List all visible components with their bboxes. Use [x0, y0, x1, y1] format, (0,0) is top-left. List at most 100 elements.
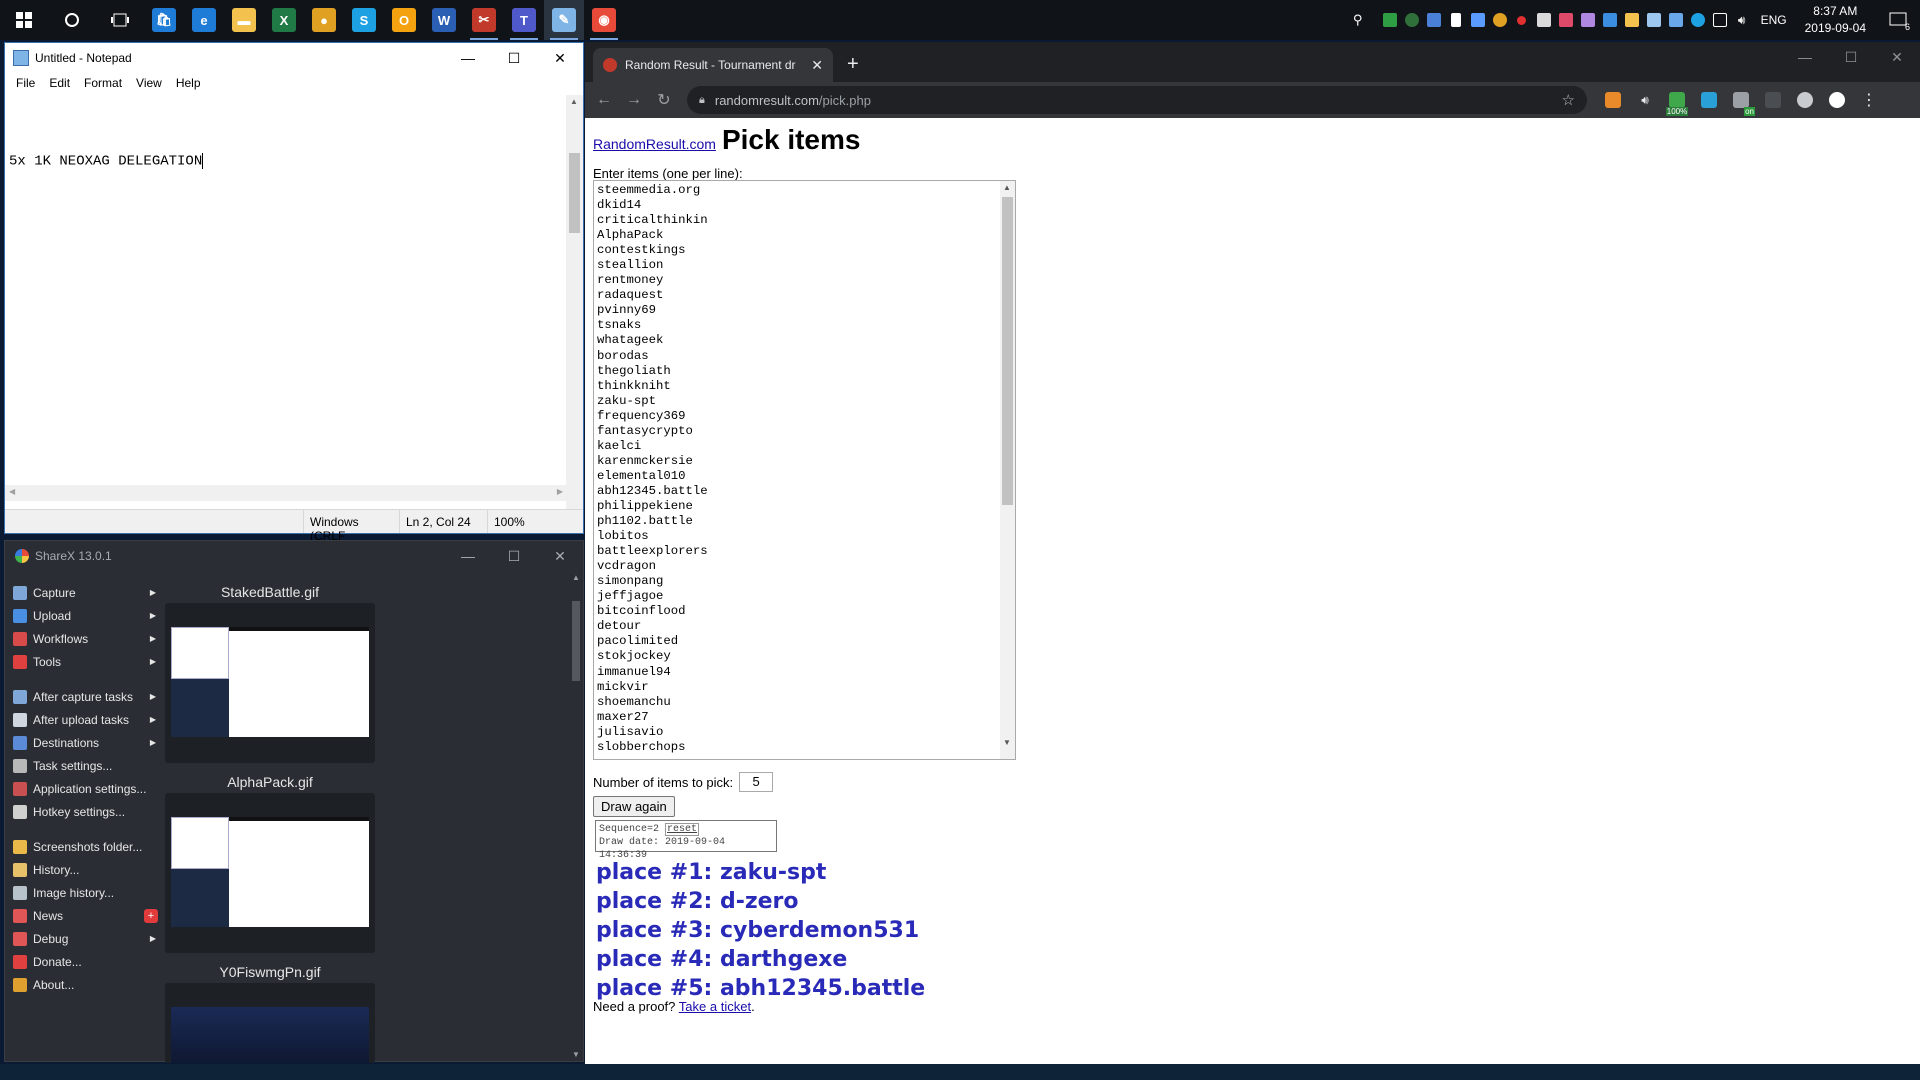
menu-view[interactable]: View [129, 76, 169, 90]
address-bar[interactable]: 🔒︎ randomresult.com/pick.php ☆ [687, 86, 1587, 114]
tray-app-icon-3[interactable] [1423, 0, 1445, 40]
draw-again-button[interactable]: Draw again [593, 796, 675, 817]
tray-app-icon-5[interactable] [1533, 0, 1555, 40]
extension-icon-3[interactable]: 100% [1661, 82, 1693, 118]
notepad-text-area[interactable]: 5x 1K NEOXAG DELEGATION [5, 95, 567, 535]
sharex-app[interactable]: ◉ [584, 0, 624, 40]
people-icon[interactable]: ⚲ [1347, 0, 1369, 40]
profile-avatar[interactable] [1821, 82, 1853, 118]
clock[interactable]: 8:37 AM 2019-09-04 [1795, 3, 1876, 37]
extension-icon-5[interactable]: on [1725, 82, 1757, 118]
reload-button[interactable]: ↻ [649, 85, 679, 115]
sharex-titlebar[interactable]: ShareX 13.0.1 — ☐ ✕ [5, 541, 583, 571]
sharex-menu-item[interactable]: Screenshots folder... [13, 835, 158, 858]
notepad-vertical-scrollbar[interactable]: ▲ ▼ [566, 95, 583, 533]
store-app[interactable]: 🛍 [144, 0, 184, 40]
gallery-thumbnail[interactable] [165, 603, 375, 763]
sharex-menu-item[interactable]: Donate... [13, 950, 158, 973]
maximize-button[interactable]: ☐ [491, 43, 537, 73]
edge-app[interactable]: e [184, 0, 224, 40]
notepad-horizontal-scrollbar[interactable]: ◀ ▶ [5, 485, 567, 501]
minimize-button[interactable]: — [445, 541, 491, 571]
sharex-menu-item[interactable]: Upload ▶ [13, 604, 158, 627]
network-icon[interactable] [1709, 0, 1731, 40]
snip-app[interactable]: ✂ [464, 0, 504, 40]
sharex-menu-item[interactable]: Capture ▶ [13, 581, 158, 604]
sharex-menu-item[interactable]: Destinations ▶ [13, 731, 158, 754]
tray-app-icon-9[interactable] [1621, 0, 1643, 40]
scroll-thumb[interactable] [569, 153, 580, 233]
action-center-button[interactable]: 6 [1876, 0, 1920, 40]
word-app[interactable]: W [424, 0, 464, 40]
menu-file[interactable]: File [9, 76, 42, 90]
sharex-menu-item[interactable]: Tools ▶ [13, 650, 158, 673]
close-button[interactable]: ✕ [1874, 42, 1920, 72]
sharex-menu-item[interactable]: After upload tasks ▶ [13, 708, 158, 731]
items-textarea[interactable]: steemmedia.org dkid14 criticalthinkin Alpha… [593, 180, 1016, 760]
tray-app-icon-11[interactable] [1665, 0, 1687, 40]
extension-icon-4[interactable] [1693, 82, 1725, 118]
chrome-menu-icon[interactable]: ⋮ [1853, 82, 1885, 118]
tray-app-icon-2[interactable] [1401, 0, 1423, 40]
minimize-button[interactable]: — [445, 43, 491, 73]
extension-icon-1[interactable] [1597, 82, 1629, 118]
maximize-button[interactable]: ☐ [491, 541, 537, 571]
minimize-button[interactable]: — [1782, 42, 1828, 72]
search-button[interactable] [48, 0, 96, 40]
sharex-menu-item[interactable]: Hotkey settings... [13, 800, 158, 823]
record-icon[interactable] [1511, 0, 1533, 40]
sharex-menu-item[interactable]: News + [13, 904, 158, 927]
sharex-menu-item[interactable]: Application settings... [13, 777, 158, 800]
number-to-pick-input[interactable]: 5 [739, 772, 774, 792]
tray-app-icon-8[interactable] [1599, 0, 1621, 40]
tray-app-icon-1[interactable] [1379, 0, 1401, 40]
tray-app-icon-7[interactable] [1577, 0, 1599, 40]
extension-speaker-icon[interactable]: 🔊︎ [1629, 82, 1661, 118]
extension-eye-icon[interactable] [1789, 82, 1821, 118]
close-button[interactable]: ✕ [537, 541, 583, 571]
gallery-thumbnail[interactable] [165, 983, 375, 1063]
menu-edit[interactable]: Edit [42, 76, 77, 90]
dropbox-icon[interactable] [1467, 0, 1489, 40]
reset-link[interactable]: reset [665, 823, 700, 836]
excel-app[interactable]: X [264, 0, 304, 40]
bookmark-star-icon[interactable]: ☆ [1562, 91, 1575, 109]
sharex-menu-item[interactable]: Workflows ▶ [13, 627, 158, 650]
home-link[interactable]: RandomResult.com [593, 136, 716, 152]
notepad-app[interactable]: ✎ [544, 0, 584, 40]
menu-help[interactable]: Help [169, 76, 208, 90]
sharex-gallery-scrollbar[interactable]: ▲ ▼ [569, 571, 583, 1061]
menu-format[interactable]: Format [77, 76, 129, 90]
task-view-button[interactable] [96, 0, 144, 40]
skype-tray-icon[interactable] [1687, 0, 1709, 40]
notepad-titlebar[interactable]: Untitled - Notepad — ☐ ✕ [5, 43, 583, 73]
start-button[interactable] [0, 0, 48, 40]
chrome-tray-icon[interactable] [1489, 0, 1511, 40]
gallery-thumbnail[interactable] [165, 793, 375, 953]
tray-app-icon-4[interactable] [1445, 0, 1467, 40]
maximize-button[interactable]: ☐ [1828, 42, 1874, 72]
textarea-scrollbar[interactable]: ▲ ▼ [1000, 181, 1015, 759]
outlook-app[interactable]: O [384, 0, 424, 40]
sharex-menu-item[interactable]: Image history... [13, 881, 158, 904]
take-ticket-link[interactable]: Take a ticket [679, 999, 751, 1014]
extension-icon-6[interactable] [1757, 82, 1789, 118]
sharex-menu-item[interactable]: About... [13, 973, 158, 996]
volume-icon[interactable]: 🔊︎ [1731, 0, 1753, 40]
language-indicator[interactable]: ENG [1753, 13, 1795, 27]
tray-app-icon-10[interactable] [1643, 0, 1665, 40]
scroll-thumb[interactable] [572, 601, 580, 681]
scroll-thumb[interactable] [1002, 197, 1013, 505]
teams-app[interactable]: T [504, 0, 544, 40]
sharex-menu-item[interactable]: After capture tasks ▶ [13, 685, 158, 708]
file-explorer-app[interactable]: ▬ [224, 0, 264, 40]
close-button[interactable]: ✕ [537, 43, 583, 73]
sharex-menu-item[interactable]: Debug ▶ [13, 927, 158, 950]
tray-app-icon-6[interactable] [1555, 0, 1577, 40]
sharex-menu-item[interactable]: History... [13, 858, 158, 881]
skype-app[interactable]: S [344, 0, 384, 40]
back-button[interactable]: ← [589, 85, 619, 115]
chrome-app[interactable]: ● [304, 0, 344, 40]
forward-button[interactable]: → [619, 85, 649, 115]
browser-tab[interactable]: Random Result - Tournament dr ✕ [593, 48, 833, 82]
